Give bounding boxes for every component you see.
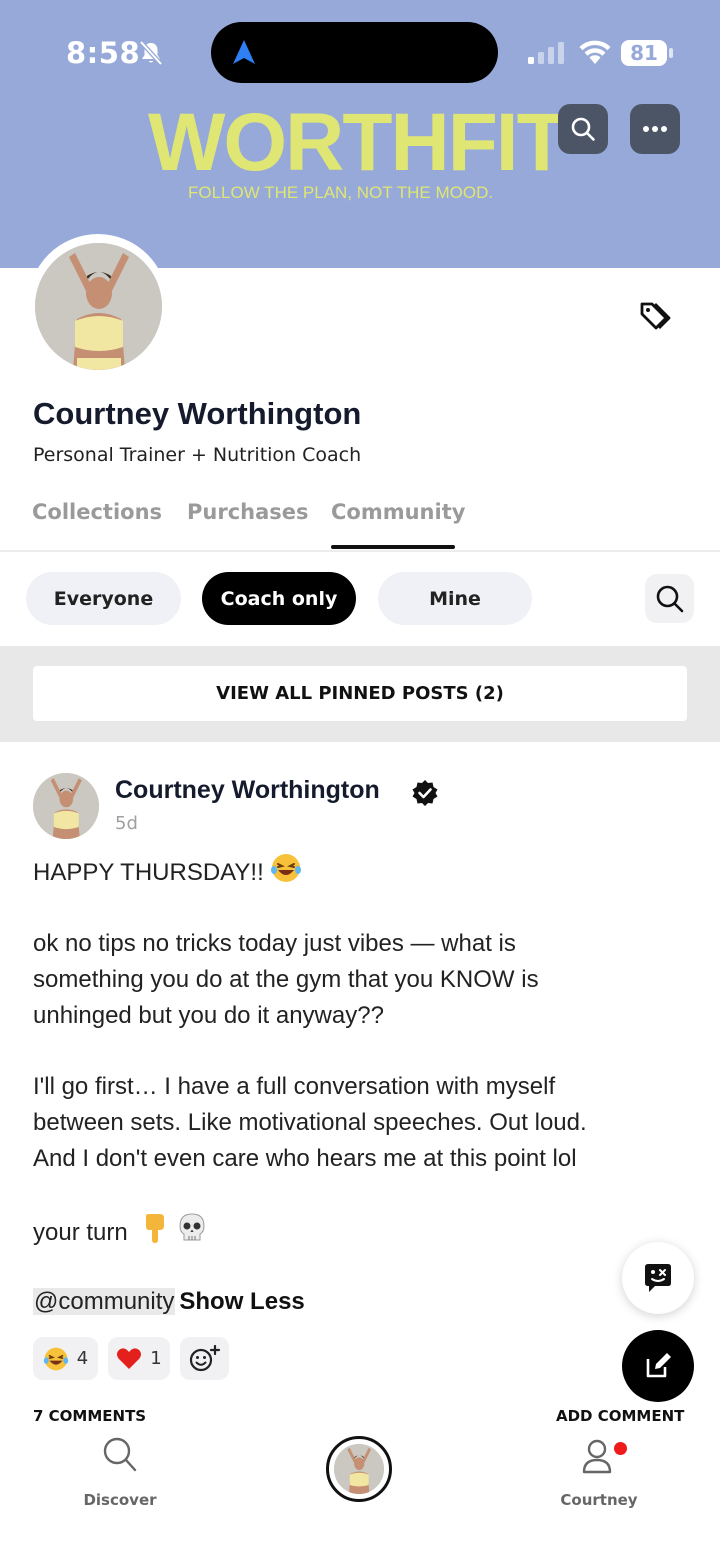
tab-community[interactable]: Community	[331, 500, 465, 524]
profile-subtitle: Personal Trainer + Nutrition Coach	[33, 444, 362, 466]
community-search-button[interactable]	[645, 574, 694, 623]
pointing-down-icon	[146, 1214, 165, 1243]
active-tab-indicator	[331, 545, 455, 549]
reaction-count: 4	[76, 1348, 89, 1369]
red-heart-icon	[117, 1347, 142, 1369]
pinned-posts-section: VIEW ALL PINNED POSTS (2)	[0, 646, 720, 742]
post-body: HAPPY THURSDAY!! ok no tips no tricks to…	[33, 852, 673, 1251]
battery-level: 81	[630, 41, 658, 65]
chat-fab-button[interactable]	[622, 1242, 694, 1314]
laughing-tears-icon	[271, 854, 302, 882]
profile-avatar-ring	[28, 234, 168, 374]
post-text-line: I'll go first… I have a full conversatio…	[33, 1073, 556, 1100]
post-text-line: HAPPY THURSDAY!!	[33, 859, 264, 886]
compose-icon	[646, 1353, 671, 1378]
bell-slash-icon	[139, 40, 163, 66]
filter-everyone[interactable]: Everyone	[26, 572, 181, 625]
ellipsis-icon	[643, 126, 667, 132]
reaction-count: 1	[150, 1348, 162, 1369]
nav-profile-label: Courtney	[560, 1491, 638, 1509]
brand-tagline: FOLLOW THE PLAN, NOT THE MOOD.	[188, 183, 494, 202]
post-text-line: between sets. Like motivational speeches…	[33, 1109, 587, 1136]
filter-coach-only[interactable]: Coach only	[202, 572, 356, 625]
show-less-link[interactable]: Show Less	[179, 1288, 304, 1315]
add-emoji-icon	[189, 1344, 220, 1371]
profile-avatar[interactable]	[35, 243, 162, 370]
post-author-name[interactable]: Courtney Worthington	[115, 776, 380, 805]
post-text-line: ok no tips no tricks today just vibes — …	[33, 930, 516, 957]
tab-purchases[interactable]: Purchases	[187, 500, 309, 524]
bottom-navigation: Discover Courtney	[0, 1428, 720, 1564]
profile-tabs: Collections Purchases Community	[0, 496, 720, 552]
wifi-icon	[579, 40, 611, 64]
search-icon	[571, 117, 595, 141]
profile-banner: 8:58 81 WORTHFIT FOLLOW THE PLAN, NOT TH…	[0, 0, 720, 268]
nav-profile[interactable]: Courtney	[556, 1436, 642, 1509]
location-arrow-icon	[233, 40, 255, 64]
laughing-tears-icon	[43, 1347, 68, 1370]
skull-icon	[179, 1213, 205, 1241]
search-icon	[103, 1437, 137, 1472]
filter-mine[interactable]: Mine	[378, 572, 532, 625]
chat-bubble-icon	[645, 1264, 671, 1292]
status-time: 8:58	[66, 36, 141, 70]
post-text-line: something you do at the gym that you KNO…	[33, 966, 539, 993]
user-icon	[582, 1439, 612, 1474]
post-timestamp: 5d	[115, 813, 138, 834]
more-options-button[interactable]	[630, 104, 680, 154]
coach-avatar	[334, 1444, 384, 1494]
view-pinned-posts-button[interactable]: VIEW ALL PINNED POSTS (2)	[33, 666, 687, 721]
brand-logo-text: WORTHFIT	[148, 97, 567, 188]
header-search-button[interactable]	[558, 104, 608, 154]
add-reaction-button[interactable]	[180, 1337, 229, 1380]
reaction-heart[interactable]: 1	[108, 1337, 170, 1380]
post-text-line: And I don't even care who hears me at th…	[33, 1145, 577, 1172]
profile-name: Courtney Worthington	[33, 396, 362, 431]
tab-collections[interactable]: Collections	[32, 500, 162, 524]
dynamic-island	[211, 22, 498, 83]
nav-discover-label: Discover	[83, 1491, 157, 1509]
post-text-line: unhinged but you do it anyway??	[33, 1002, 384, 1029]
post-author-avatar[interactable]	[33, 773, 99, 839]
comments-count-link[interactable]: 7 COMMENTS	[33, 1407, 146, 1425]
post-footer-text: @community Show Less	[33, 1284, 305, 1320]
verified-badge-icon	[412, 780, 438, 806]
nav-discover[interactable]: Discover	[80, 1436, 160, 1509]
notification-dot	[614, 1442, 627, 1455]
nav-coach-home[interactable]	[326, 1436, 392, 1502]
community-mention[interactable]: @community	[33, 1288, 176, 1315]
add-comment-button[interactable]: ADD COMMENT	[556, 1407, 684, 1425]
tags-icon[interactable]	[636, 296, 676, 336]
search-icon	[656, 585, 683, 612]
reaction-laughing[interactable]: 4	[33, 1337, 98, 1380]
new-post-fab-button[interactable]	[622, 1330, 694, 1402]
battery-icon: 81	[620, 38, 674, 68]
post-text-line: your turn	[33, 1219, 128, 1246]
signal-icon	[528, 42, 564, 64]
